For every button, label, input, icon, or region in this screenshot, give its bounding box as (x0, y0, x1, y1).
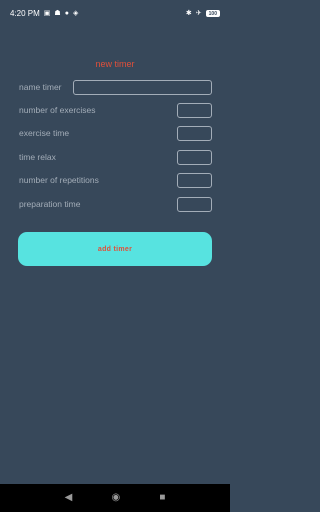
bluetooth-icon: ✱ (185, 10, 192, 17)
time-relax-input[interactable] (177, 149, 212, 165)
number-of-repetitions-input[interactable] (177, 172, 212, 188)
number-of-repetitions-label: number of repetitions (19, 175, 99, 185)
number-of-exercises-label: number of exercises (19, 105, 96, 115)
number-of-repetitions-row: number of repetitions (19, 172, 212, 188)
name-timer-label: name timer (19, 82, 62, 92)
airplane-icon: ✈ (195, 10, 202, 17)
exercise-time-input[interactable] (177, 125, 212, 141)
time-relax-row: time relax (19, 149, 212, 165)
name-timer-input[interactable] (73, 79, 212, 95)
add-timer-button[interactable]: add timer (18, 232, 212, 266)
preparation-time-input[interactable] (177, 196, 212, 212)
home-icon[interactable]: ◉ (111, 493, 120, 503)
location-icon: ◈ (72, 10, 79, 17)
battery-icon: 100 (205, 10, 220, 17)
back-icon[interactable]: ◀ (65, 493, 73, 503)
users-icon: ☗ (54, 10, 61, 17)
status-bar: 4:20 PM ▣ ☗ ● ◈ ✱ ✈ 100 (0, 0, 230, 27)
page-title: new timer (95, 59, 135, 69)
gallery-icon: ▣ (43, 10, 51, 17)
number-of-exercises-input[interactable] (177, 102, 212, 118)
status-time: 4:20 PM (10, 9, 40, 18)
preparation-time-row: preparation time (19, 196, 212, 212)
exercise-time-label: exercise time (19, 128, 70, 138)
preparation-time-label: preparation time (19, 199, 81, 209)
navigation-bar: ◀ ◉ ■ (0, 484, 230, 512)
add-timer-label: add timer (97, 245, 133, 253)
recents-icon[interactable]: ■ (159, 493, 165, 503)
facebook-icon: ● (64, 10, 69, 17)
exercise-time-row: exercise time (19, 125, 212, 141)
status-right: ✱ ✈ 100 (186, 10, 220, 17)
time-relax-label: time relax (19, 152, 56, 162)
name-timer-row: name timer (19, 79, 212, 95)
status-left: 4:20 PM ▣ ☗ ● ◈ (10, 9, 78, 18)
number-of-exercises-row: number of exercises (19, 102, 212, 118)
